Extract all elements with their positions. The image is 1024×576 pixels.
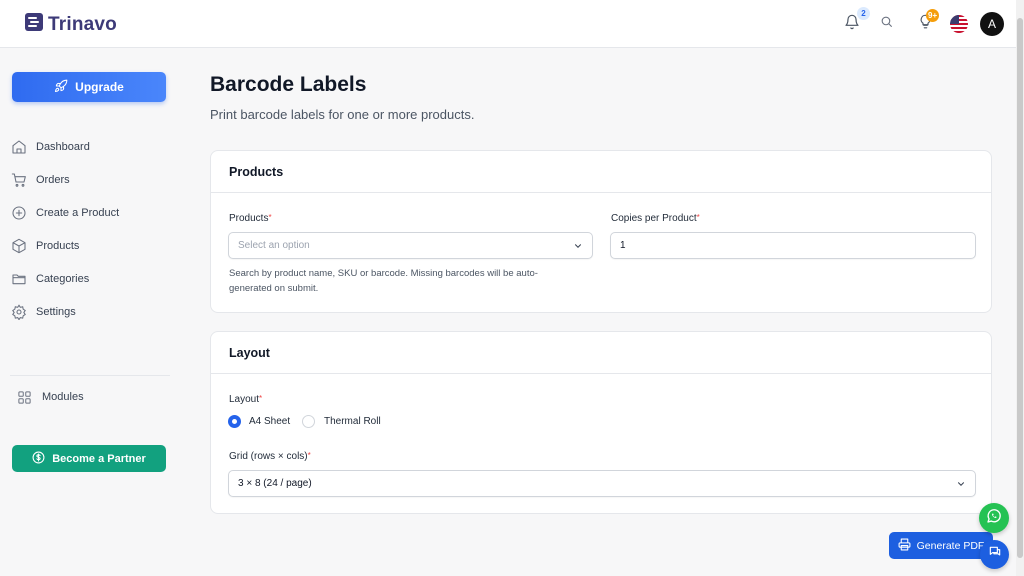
search-button[interactable] (875, 13, 897, 35)
sidebar-item-dashboard[interactable]: Dashboard (10, 135, 170, 159)
radio-label: Thermal Roll (324, 416, 381, 427)
notifications-button[interactable]: 2 (841, 7, 870, 35)
products-select-placeholder: Select an option (238, 240, 310, 251)
copies-field-label: Copies per Product* (611, 213, 700, 224)
chevron-down-icon (956, 479, 966, 492)
sidebar-item-categories[interactable]: Categories (10, 267, 170, 291)
sidebar-item-create-product[interactable]: Create a Product (10, 201, 170, 225)
gear-icon (10, 304, 27, 321)
grid-select-value: 3 × 8 (24 / page) (238, 478, 312, 489)
grid-icon (16, 389, 33, 406)
layout-option-thermal-roll[interactable]: Thermal Roll (302, 415, 381, 428)
products-card-title: Products (211, 151, 991, 193)
page-title: Barcode Labels (210, 73, 367, 96)
sidebar-item-orders[interactable]: Orders (10, 168, 170, 192)
top-header: Trinavo 2 9+ A (0, 0, 1020, 48)
sidebar-item-modules[interactable]: Modules (16, 385, 176, 409)
home-icon (10, 139, 27, 156)
dollar-circle-icon (32, 451, 45, 467)
notifications-count-badge: 2 (857, 7, 870, 20)
sidebar-item-label: Dashboard (36, 141, 90, 153)
products-select[interactable]: Select an option (228, 232, 593, 259)
radio-thermal-roll[interactable] (302, 415, 315, 428)
sidebar-item-label: Products (36, 240, 80, 252)
partner-label: Become a Partner (52, 452, 146, 465)
folder-icon (10, 271, 27, 288)
us-flag-icon (950, 15, 968, 33)
generate-pdf-button[interactable]: Generate PDF (889, 532, 993, 559)
plus-circle-icon (10, 205, 27, 222)
rocket-icon (54, 79, 68, 96)
sidebar-item-label: Categories (36, 273, 90, 285)
whatsapp-icon (986, 508, 1002, 529)
ideas-button[interactable]: 9+ (914, 9, 940, 35)
cart-icon (10, 172, 27, 189)
chevron-down-icon (573, 241, 583, 254)
ideas-count-badge: 9+ (926, 9, 940, 22)
grid-select[interactable]: 3 × 8 (24 / page) (228, 470, 976, 497)
sidebar-divider (10, 375, 170, 376)
layout-card: Layout Layout* A4 Sheet Thermal Roll Gri… (210, 331, 992, 514)
become-partner-button[interactable]: Become a Partner (12, 445, 166, 472)
generate-pdf-label: Generate PDF (916, 539, 985, 552)
sidebar-item-settings[interactable]: Settings (10, 300, 170, 324)
support-chat-button[interactable] (980, 540, 1009, 569)
sidebar: Upgrade Dashboard Orders Create a Produc… (0, 49, 180, 576)
upgrade-label: Upgrade (75, 80, 124, 94)
search-icon (880, 15, 893, 33)
copies-per-product-input[interactable]: 1 (610, 232, 976, 259)
page-scrollbar-thumb[interactable] (1017, 18, 1023, 558)
box-icon (10, 238, 27, 255)
user-avatar[interactable]: A (980, 12, 1004, 36)
layout-option-a4-sheet[interactable]: A4 Sheet (228, 415, 290, 428)
trinavo-logo-icon (24, 12, 44, 37)
brand-name: Trinavo (48, 13, 117, 35)
printer-icon (898, 538, 911, 554)
layout-card-title: Layout (211, 332, 991, 374)
products-card: Products Products* Select an option Sear… (210, 150, 992, 313)
radio-a4-sheet[interactable] (228, 415, 241, 428)
chat-icon (988, 545, 1002, 564)
products-field-label: Products* (229, 213, 272, 224)
brand-logo[interactable]: Trinavo (24, 12, 117, 37)
sidebar-item-label: Create a Product (36, 207, 120, 219)
sidebar-item-label: Orders (36, 174, 70, 186)
upgrade-button[interactable]: Upgrade (12, 72, 166, 102)
page-subtitle: Print barcode labels for one or more pro… (210, 107, 475, 122)
products-help-text: Search by product name, SKU or barcode. … (229, 268, 538, 294)
sidebar-item-products[interactable]: Products (10, 234, 170, 258)
grid-field-label: Grid (rows × cols)* (229, 451, 311, 462)
whatsapp-button[interactable] (979, 503, 1009, 533)
radio-label: A4 Sheet (249, 416, 291, 427)
layout-field-label: Layout* (229, 394, 263, 405)
sidebar-item-label: Modules (42, 391, 84, 403)
sidebar-item-label: Settings (36, 306, 76, 318)
language-selector[interactable] (950, 15, 968, 33)
